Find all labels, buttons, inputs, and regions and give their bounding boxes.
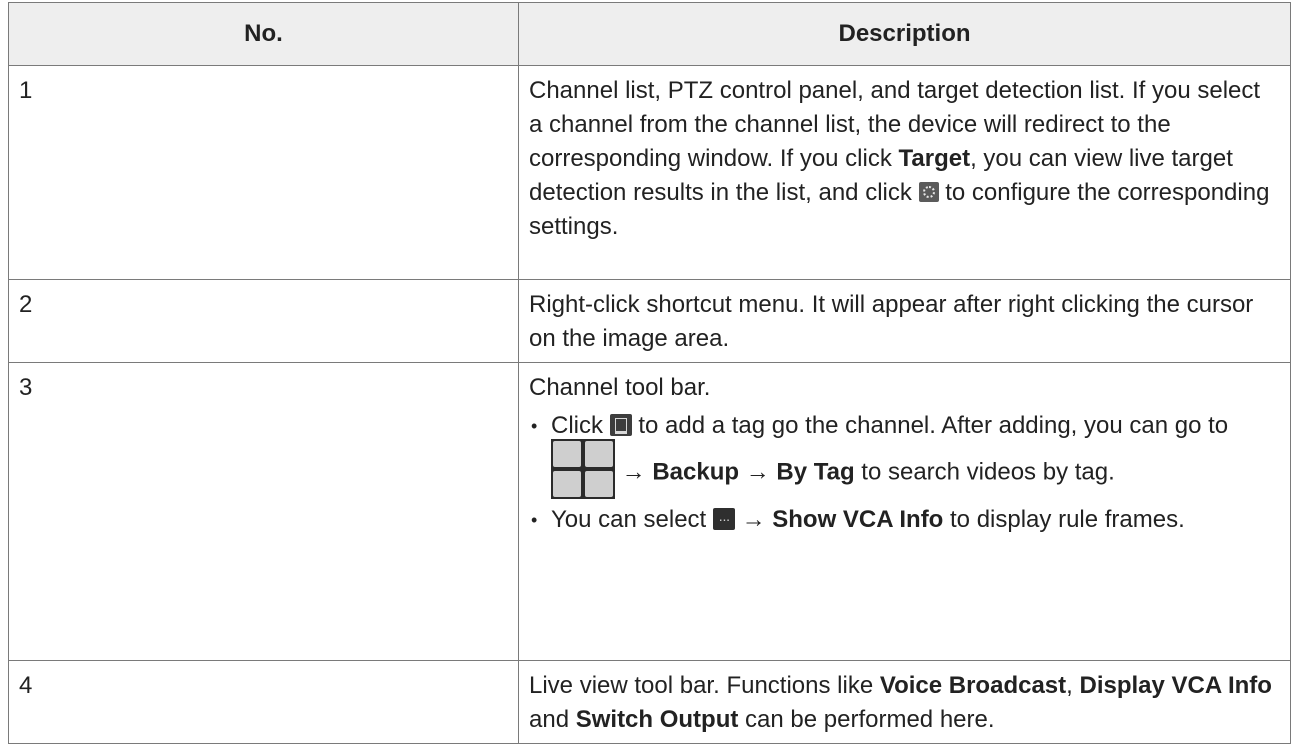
- table-row: 1 Channel list, PTZ control panel, and t…: [8, 65, 1291, 280]
- row-description: Live view tool bar. Functions like Voice…: [518, 660, 1291, 744]
- table-row: 4 Live view tool bar. Functions like Voi…: [8, 660, 1291, 744]
- desc-text: You can select: [551, 506, 713, 533]
- list-item: • You can select ··· → Show VCA Info to d…: [531, 506, 1185, 533]
- table-header-row: No. Description: [8, 2, 1291, 66]
- toolbar-intro: Channel tool bar.: [529, 374, 711, 401]
- header-description: Description: [518, 2, 1291, 66]
- desc-text: to add a tag go the channel. After addin…: [631, 412, 1229, 439]
- row-description: Right-click shortcut menu. It will appea…: [518, 279, 1291, 363]
- table-row: 3 Channel tool bar. • Click to add a tag …: [8, 362, 1291, 661]
- row-number: 3: [8, 362, 519, 661]
- description-table: No. Description 1 Channel list, PTZ cont…: [8, 2, 1291, 744]
- bullet-list: • Click to add a tag go the channel. Afte…: [529, 409, 1280, 537]
- arrow: →: [734, 506, 773, 533]
- desc-text: Click: [551, 412, 610, 439]
- voice-broadcast-term: Voice Broadcast: [879, 672, 1067, 699]
- desc-text: can be performed here.: [738, 706, 995, 733]
- by-tag-term: By Tag: [776, 458, 855, 486]
- desc-text: ,: [1066, 672, 1080, 699]
- desc-text: to search videos by tag.: [854, 458, 1115, 486]
- backup-term: Backup: [652, 458, 740, 486]
- desc-text: to display rule frames.: [943, 506, 1185, 533]
- row-description: Channel tool bar. • Click to add a tag go…: [518, 362, 1291, 661]
- arrow: →: [739, 458, 777, 486]
- target-term: Target: [898, 145, 971, 172]
- arrow: →: [615, 458, 653, 486]
- settings-gear-icon: [918, 181, 939, 202]
- header-no: No.: [8, 2, 519, 66]
- display-vca-info-term: Display VCA Info: [1079, 672, 1272, 699]
- show-vca-info-term: Show VCA Info: [772, 506, 944, 533]
- row-number: 2: [8, 279, 519, 363]
- tag-icon: [609, 413, 632, 436]
- table-row: 2 Right-click shortcut menu. It will app…: [8, 279, 1291, 363]
- main-menu-grid-icon: [551, 439, 615, 499]
- more-icon: ···: [712, 507, 735, 530]
- row-description: Channel list, PTZ control panel, and tar…: [518, 65, 1291, 280]
- switch-output-term: Switch Output: [575, 706, 739, 733]
- row-number: 4: [8, 660, 519, 744]
- desc-text: and: [529, 706, 576, 733]
- list-item: • Click to add a tag go the channel. Afte…: [529, 409, 1280, 503]
- row-number: 1: [8, 65, 519, 280]
- desc-text: Live view tool bar. Functions like: [529, 672, 880, 699]
